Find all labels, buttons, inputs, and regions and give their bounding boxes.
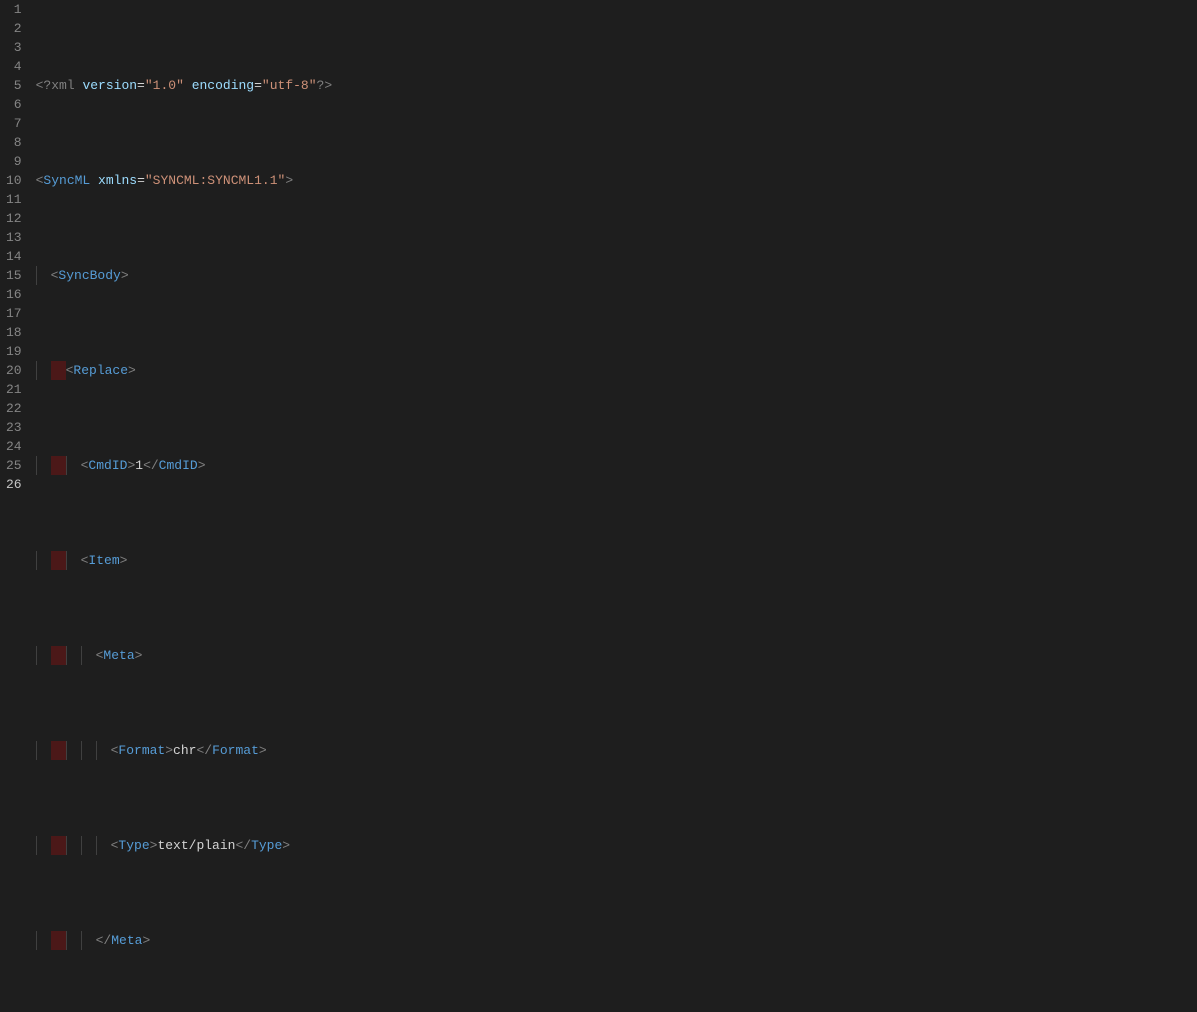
- code-line[interactable]: </Meta>: [36, 931, 1197, 950]
- code-line[interactable]: <Replace>: [36, 361, 1197, 380]
- line-number: 2: [6, 19, 22, 38]
- line-number: 1: [6, 0, 22, 19]
- xml-pi: <?xml: [36, 76, 75, 95]
- line-number: 5: [6, 76, 22, 95]
- line-number: 20: [6, 361, 22, 380]
- line-number: 21: [6, 380, 22, 399]
- code-line[interactable]: <CmdID>1</CmdID>: [36, 456, 1197, 475]
- code-line[interactable]: <Meta>: [36, 646, 1197, 665]
- line-number: 6: [6, 95, 22, 114]
- line-number: 16: [6, 285, 22, 304]
- code-line[interactable]: <SyncBody>: [36, 266, 1197, 285]
- line-number: 18: [6, 323, 22, 342]
- code-line[interactable]: <Format>chr</Format>: [36, 741, 1197, 760]
- line-number: 26: [6, 475, 22, 494]
- line-number: 12: [6, 209, 22, 228]
- line-number-gutter: 1 2 3 4 5 6 7 8 9 10 11 12 13 14 15 16 1…: [0, 0, 36, 1012]
- line-number: 4: [6, 57, 22, 76]
- line-number: 22: [6, 399, 22, 418]
- line-number: 14: [6, 247, 22, 266]
- code-line[interactable]: <Item>: [36, 551, 1197, 570]
- line-number: 25: [6, 456, 22, 475]
- line-number: 8: [6, 133, 22, 152]
- line-number: 15: [6, 266, 22, 285]
- line-number: 7: [6, 114, 22, 133]
- code-editor[interactable]: 1 2 3 4 5 6 7 8 9 10 11 12 13 14 15 16 1…: [0, 0, 1197, 1012]
- code-line[interactable]: <?xml version="1.0" encoding="utf-8"?>: [36, 76, 1197, 95]
- line-number: 13: [6, 228, 22, 247]
- line-number: 23: [6, 418, 22, 437]
- code-line[interactable]: <Type>text/plain</Type>: [36, 836, 1197, 855]
- line-number: 19: [6, 342, 22, 361]
- line-number: 11: [6, 190, 22, 209]
- line-number: 9: [6, 152, 22, 171]
- line-number: 10: [6, 171, 22, 190]
- code-line[interactable]: <SyncML xmlns="SYNCML:SYNCML1.1">: [36, 171, 1197, 190]
- line-number: 3: [6, 38, 22, 57]
- code-area[interactable]: <?xml version="1.0" encoding="utf-8"?> <…: [36, 0, 1197, 1012]
- line-number: 24: [6, 437, 22, 456]
- line-number: 17: [6, 304, 22, 323]
